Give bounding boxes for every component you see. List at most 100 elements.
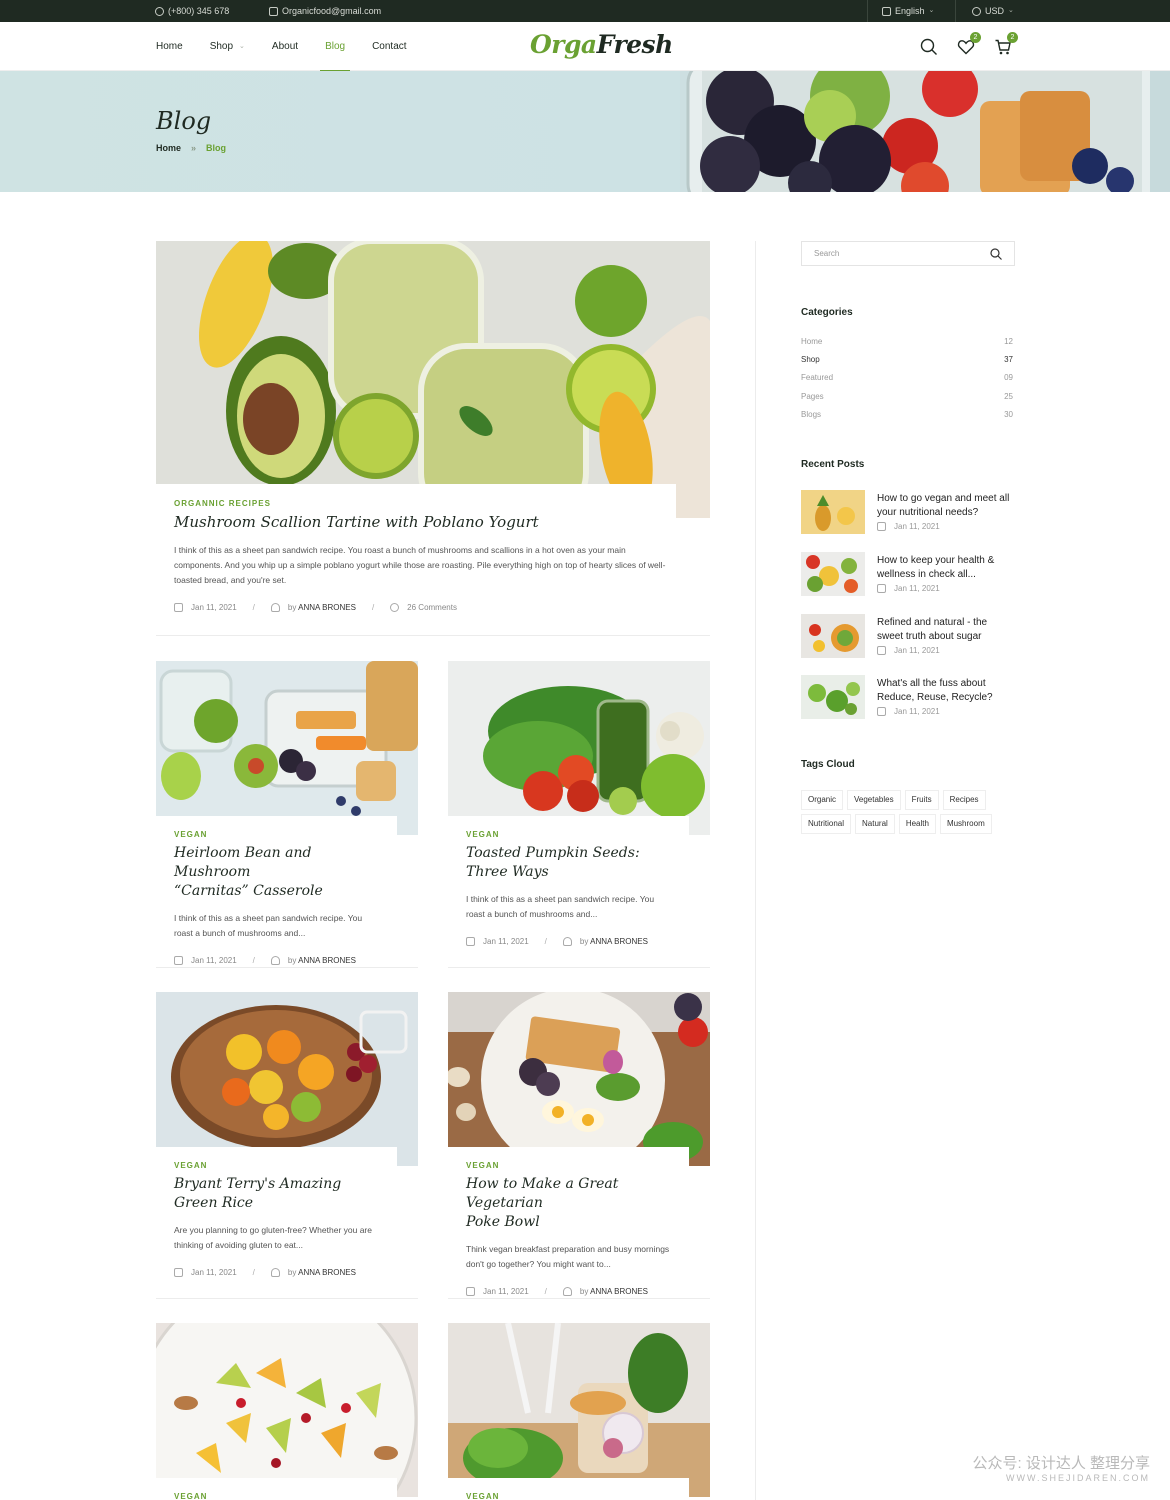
calendar-icon [877,707,886,716]
post-category[interactable]: VEGAN [466,830,671,839]
calendar-icon [466,1287,475,1296]
post-meta: Jan 11, 2021 / by ANNA BRONES [466,937,671,946]
recent-post-meta: Jan 11, 2021 [877,707,940,716]
recent-post[interactable]: What's all the fuss about Reduce, Reuse,… [801,675,1015,719]
post-image[interactable] [448,992,710,1166]
recent-post-meta: Jan 11, 2021 [877,584,940,593]
translate-icon [882,6,891,16]
currency-selector[interactable]: USD ⌄ [972,0,1014,22]
wishlist-button[interactable]: 2 [957,31,981,56]
tag[interactable]: Nutritional [801,814,852,834]
post-image[interactable] [156,992,418,1166]
post-category[interactable]: ORGANNIC RECIPES [174,499,658,508]
author-name: ANNA BRONES [298,603,356,612]
post-title[interactable]: Toasted Pumpkin Seeds: Three Ways [466,844,671,882]
breadcrumb-current: Blog [206,143,227,153]
grocery-bag-image [448,1323,710,1497]
category-item[interactable]: Home 12 [801,337,1013,346]
nav-shop[interactable]: Shop ⌄ [210,22,245,71]
language-selector[interactable]: English ⌄ [882,0,934,22]
tag[interactable]: Recipes [942,790,986,810]
category-item[interactable]: Pages 25 [801,392,1013,401]
phone-contact[interactable]: (+800) 345 678 [155,0,229,22]
breadcrumb-home[interactable]: Home [156,143,181,153]
nav-blog[interactable]: Blog [320,22,351,72]
post-comments[interactable]: 26 Comments [407,603,457,612]
post-category[interactable]: VEGAN [174,1161,379,1170]
calendar-icon [877,584,886,593]
post-date: Jan 11, 2021 [483,937,529,946]
post-author[interactable]: by ANNA BRONES [288,603,356,612]
lunchbox-image [156,661,418,835]
recent-post-title[interactable]: How to keep your health & wellness in ch… [877,554,1015,582]
recent-post[interactable]: How to go vegan and meet all your nutrit… [801,490,1015,534]
post-card-body: VEGAN [448,1478,689,1500]
citrus-board-image [156,992,418,1166]
meta-separator: / [371,603,375,612]
tag[interactable]: Mushroom [939,814,992,834]
recent-post-title[interactable]: How to go vegan and meet all your nutrit… [877,492,1015,520]
top-bar: (+800) 345 678 Organicfood@gmail.com Eng… [0,0,1170,22]
post-meta: Jan 11, 2021 / by ANNA BRONES [466,1287,671,1296]
recent-post[interactable]: Refined and natural - the sweet truth ab… [801,614,1015,658]
tag[interactable]: Fruits [904,790,939,810]
email-contact[interactable]: Organicfood@gmail.com [269,0,381,22]
recent-post-date: Jan 11, 2021 [894,646,940,655]
content-sidebar-divider [755,241,756,1500]
post-title[interactable]: Mushroom Scallion Tartine with Poblano Y… [174,513,658,531]
post-author[interactable]: by ANNA BRONES [580,937,648,946]
nav-about[interactable]: About [272,22,298,71]
search-icon[interactable] [990,248,1002,260]
search-button[interactable] [920,38,938,56]
author-prefix: by [287,1268,297,1277]
recent-post-thumb[interactable] [801,490,865,534]
search-input[interactable]: Search [814,249,839,258]
divider [156,1298,418,1299]
category-name: Shop [801,355,820,364]
recent-post-thumb[interactable] [801,675,865,719]
post-excerpt: I think of this as a sheet pan sandwich … [174,545,666,585]
recent-post[interactable]: How to keep your health & wellness in ch… [801,552,1015,596]
site-logo[interactable]: OrgaFresh [530,30,673,59]
nav-home[interactable]: Home [156,22,183,71]
post-author[interactable]: by ANNA BRONES [288,1268,356,1277]
search-icon [920,38,937,55]
recent-post-title[interactable]: Refined and natural - the sweet truth ab… [877,616,1015,644]
user-icon [270,603,280,612]
featured-post-image[interactable] [156,241,710,518]
post-title[interactable]: Bryant Terry's Amazing Green Rice [174,1175,379,1213]
post-author[interactable]: by ANNA BRONES [288,956,356,965]
category-item[interactable]: Featured 09 [801,373,1013,382]
author-prefix: by [579,1287,589,1296]
tag[interactable]: Health [898,814,936,834]
category-item[interactable]: Shop 37 [801,355,1013,364]
post-card: VEGAN [448,1323,710,1500]
post-title[interactable]: Heirloom Bean and Mushroom “Carnitas” Cas… [174,844,379,901]
category-name: Home [801,337,823,346]
recent-post-title[interactable]: What's all the fuss about Reduce, Reuse,… [877,677,1015,705]
post-image[interactable] [156,661,418,835]
category-item[interactable]: Blogs 30 [801,410,1013,419]
cart-button[interactable]: 2 [994,31,1018,56]
greens-thumb [801,675,865,719]
post-category[interactable]: VEGAN [174,830,379,839]
post-category[interactable]: VEGAN [174,1492,379,1500]
post-image[interactable] [156,1323,418,1497]
wishlist-count: 2 [970,31,981,43]
tag[interactable]: Organic [801,790,844,810]
recent-post-thumb[interactable] [801,552,865,596]
post-image[interactable] [448,661,710,835]
main-nav: Home Shop ⌄ About Blog Contact [156,22,434,72]
post-author[interactable]: by ANNA BRONES [580,1287,648,1296]
tag[interactable]: Vegetables [847,790,901,810]
recent-post-thumb[interactable] [801,614,865,658]
category-count: 09 [1004,373,1013,382]
post-title-line: Three Ways [466,864,549,880]
nav-contact[interactable]: Contact [372,22,406,71]
post-category[interactable]: VEGAN [466,1492,671,1500]
post-category[interactable]: VEGAN [466,1161,671,1170]
post-title[interactable]: How to Make a Great Vegetarian Poke Bowl [466,1175,671,1232]
tag[interactable]: Natural [855,814,895,834]
sidebar-search[interactable]: Search [801,241,1015,266]
post-image[interactable] [448,1323,710,1497]
